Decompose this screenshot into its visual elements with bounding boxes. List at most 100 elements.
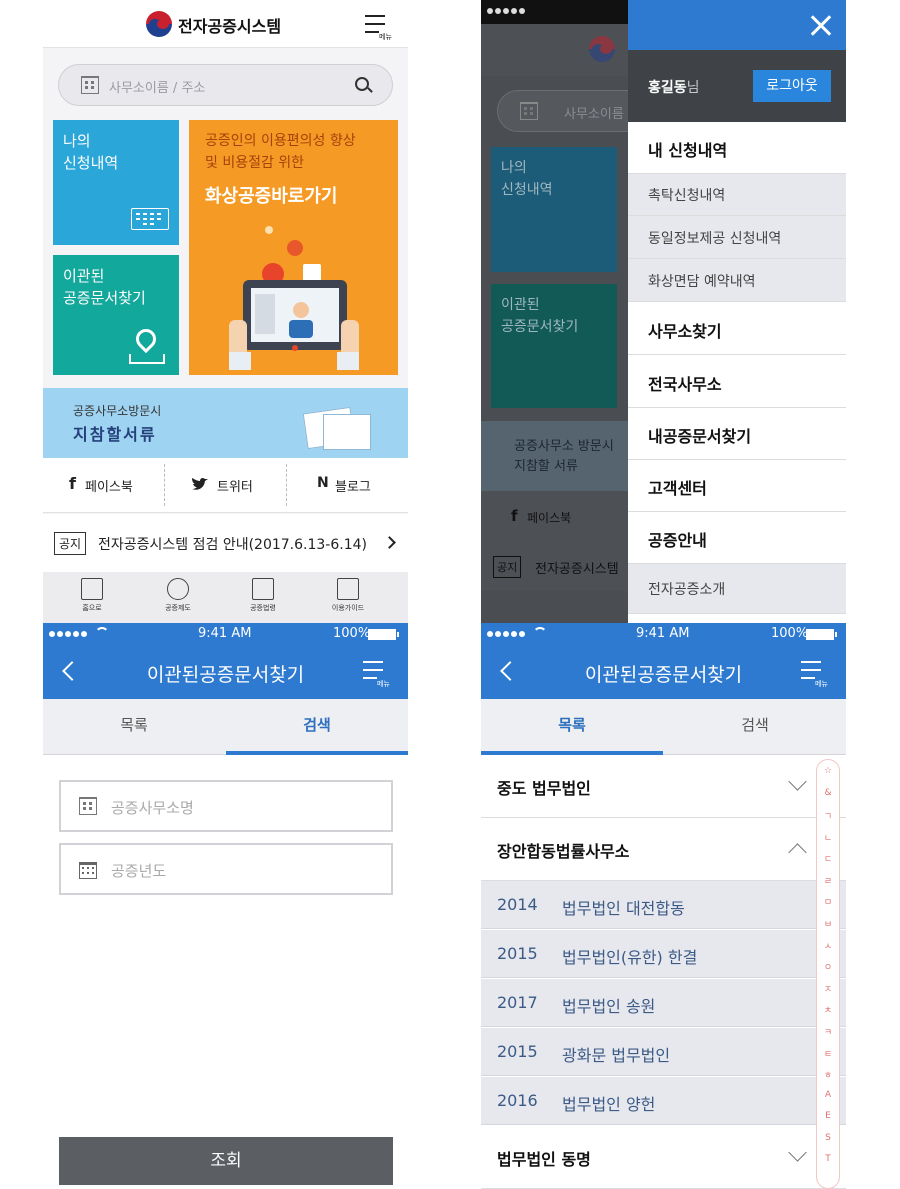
building-icon (79, 797, 97, 815)
close-icon[interactable] (810, 14, 832, 36)
tab-search[interactable]: 검색 (226, 699, 408, 755)
menu-icon[interactable] (801, 659, 823, 681)
index-letter[interactable]: & (817, 788, 839, 798)
my-requests-tile[interactable]: 나의 신청내역 (53, 120, 179, 245)
drawer-menu-item[interactable]: 전국사무소 (628, 355, 846, 408)
index-letter[interactable]: E (817, 1111, 839, 1121)
office-firm-name: 광화문 법무법인 (562, 1046, 671, 1065)
office-group-row[interactable]: 중도 법무법인 (481, 755, 846, 818)
facebook-icon: f (511, 507, 518, 525)
office-group-row[interactable]: 장안합동법률사무소 (481, 818, 846, 881)
year-field[interactable]: 공증년도 (59, 843, 393, 895)
header-dimmed (481, 24, 628, 76)
blog-link[interactable]: N 블로그 (287, 458, 408, 513)
office-name-field[interactable]: 공증사무소명 (59, 780, 393, 832)
twitter-label: 트위터 (217, 480, 253, 495)
tab-list[interactable]: 목록 (481, 699, 663, 755)
video-notary-tile[interactable]: 공증인의 이용편의성 향상 및 비용절감 위한 화상공증바로가기 (189, 120, 398, 375)
drawer-menu-item[interactable]: 화상면담 예약내역 (628, 259, 846, 302)
office-group-name: 법무법인 동명 (497, 1150, 591, 1169)
nav-notary-law[interactable]: 공증법령 (228, 578, 298, 613)
battery-percent: 100% (771, 626, 809, 641)
index-letter[interactable]: ㅎ (817, 1068, 839, 1081)
office-sub-row[interactable]: 2017 법무법인 송원 (481, 979, 846, 1027)
search-submit-button[interactable]: 조회 (59, 1137, 393, 1185)
index-letter[interactable]: T (817, 1154, 839, 1164)
index-letter[interactable]: ㅁ (817, 895, 839, 908)
chevron-right-icon (383, 536, 396, 549)
index-letter[interactable]: ㅈ (817, 982, 839, 995)
office-search-input[interactable]: 사무소이름 / 주소 (58, 64, 393, 106)
twitter-link[interactable]: 트위터 (165, 458, 286, 513)
drawer-menu-item-label: 고객센터 (648, 479, 707, 498)
facebook-icon: f (69, 474, 76, 493)
tab-bar: 목록 검색 (481, 699, 846, 755)
government-logo-icon (589, 36, 615, 62)
title-bar: 이관된공증문서찾기 메뉴 (481, 645, 846, 699)
book-icon (252, 578, 274, 600)
index-letter[interactable]: ☆ (817, 766, 839, 776)
drawer-menu-item[interactable]: 사무소찾기 (628, 302, 846, 355)
alphabet-index-bar[interactable]: ☆ & ㄱㄴㄷㄹㅁㅂㅅㅇㅈㅊㅋㅌㅎ A E S T (816, 759, 840, 1189)
facebook-link[interactable]: f 페이스북 (43, 458, 164, 513)
tab-search[interactable]: 검색 (664, 699, 846, 755)
nav-home[interactable]: 홈으로 (57, 578, 127, 613)
visit-label-dimmed: 공증사무소 방문시 지참할 서류 (514, 439, 614, 474)
index-letter[interactable]: ㅅ (817, 939, 839, 952)
drawer-menu-item[interactable]: 전자공증소개 (628, 564, 846, 614)
index-letter[interactable]: ㅊ (817, 1003, 839, 1016)
transferred-docs-tile[interactable]: 이관된 공증문서찾기 (53, 255, 179, 375)
index-letter[interactable]: ㄹ (817, 874, 839, 887)
index-letter[interactable]: S (817, 1133, 839, 1143)
index-letter[interactable]: ㅇ (817, 960, 839, 973)
home-header: 전자공증시스템 메뉴 (43, 0, 408, 48)
office-sub-row[interactable]: 2015 법무법인(유한) 한결 (481, 930, 846, 978)
office-group-row[interactable]: 법무법인 동명 (481, 1126, 846, 1189)
drawer-menu-item-label: 전국사무소 (648, 375, 722, 394)
index-letter[interactable]: ㅌ (817, 1047, 839, 1060)
search-placeholder: 사무소이름 / 주소 (109, 81, 206, 96)
drawer-menu-item[interactable]: 내 신청내역 (628, 122, 846, 174)
index-letter[interactable]: ㅋ (817, 1025, 839, 1038)
keyboard-icon (131, 208, 169, 230)
drawer-menu-item[interactable]: 공증안내 (628, 512, 846, 564)
page-title: 이관된공증문서찾기 (584, 664, 743, 686)
office-group-name: 중도 법무법인 (497, 779, 591, 798)
visit-subtitle: 공증사무소방문시 (73, 404, 162, 418)
side-drawer: 홍길동님 로그아웃 내 신청내역촉탁신청내역동일정보제공 신청내역화상면담 예약… (628, 0, 846, 623)
drawer-menu-item-label: 촉탁신청내역 (648, 188, 726, 204)
drawer-menu-item[interactable]: 촉탁신청내역 (628, 174, 846, 216)
notice-bar[interactable]: 공지 전자공증시스템 점검 안내(2017.6.13-6.14) (43, 514, 408, 572)
search-icon[interactable] (355, 77, 369, 91)
nav-user-guide[interactable]: 이용가이드 (313, 578, 383, 613)
download-icon (337, 578, 359, 600)
drawer-menu-item-label: 내공증문서찾기 (648, 427, 752, 446)
user-name: 홍길동님 (648, 80, 700, 96)
signal-icon (487, 629, 527, 639)
wifi-icon (95, 627, 109, 641)
drawer-menu-item[interactable]: 고객센터 (628, 460, 846, 512)
building-icon (520, 102, 538, 120)
office-sub-row[interactable]: 2016 법무법인 양헌 (481, 1077, 846, 1125)
menu-icon[interactable] (363, 659, 385, 681)
drawer-menu-item[interactable]: 동일정보제공 신청내역 (628, 216, 846, 259)
location-pin-icon (131, 324, 161, 354)
transferred-docs-label: 이관된 공증문서찾기 (63, 267, 146, 307)
index-letter[interactable]: ㅂ (817, 917, 839, 930)
social-dimmed: f 페이스북 (481, 491, 628, 541)
office-sub-row[interactable]: 2014 법무법인 대전합동 (481, 881, 846, 929)
video-notary-description: 공증인의 이용편의성 향상 및 비용절감 위한 (205, 133, 356, 171)
nav-notary-system[interactable]: 공증제도 (143, 578, 213, 613)
naver-blog-icon: N (317, 475, 329, 491)
drawer-menu-item-label: 화상면담 예약내역 (648, 274, 756, 290)
index-letter[interactable]: ㄷ (817, 852, 839, 865)
visit-documents-banner[interactable]: 공증사무소방문시 지참할서류 (43, 388, 408, 458)
logout-button[interactable]: 로그아웃 (753, 70, 831, 102)
drawer-menu-item[interactable]: 내공증문서찾기 (628, 408, 846, 460)
index-letter[interactable]: ㄴ (817, 831, 839, 844)
index-letter[interactable]: A (817, 1090, 839, 1100)
index-letter[interactable]: ㄱ (817, 809, 839, 822)
office-sub-row[interactable]: 2015 광화문 법무법인 (481, 1028, 846, 1076)
tab-list[interactable]: 목록 (43, 699, 225, 755)
status-bar-dimmed (481, 0, 628, 24)
